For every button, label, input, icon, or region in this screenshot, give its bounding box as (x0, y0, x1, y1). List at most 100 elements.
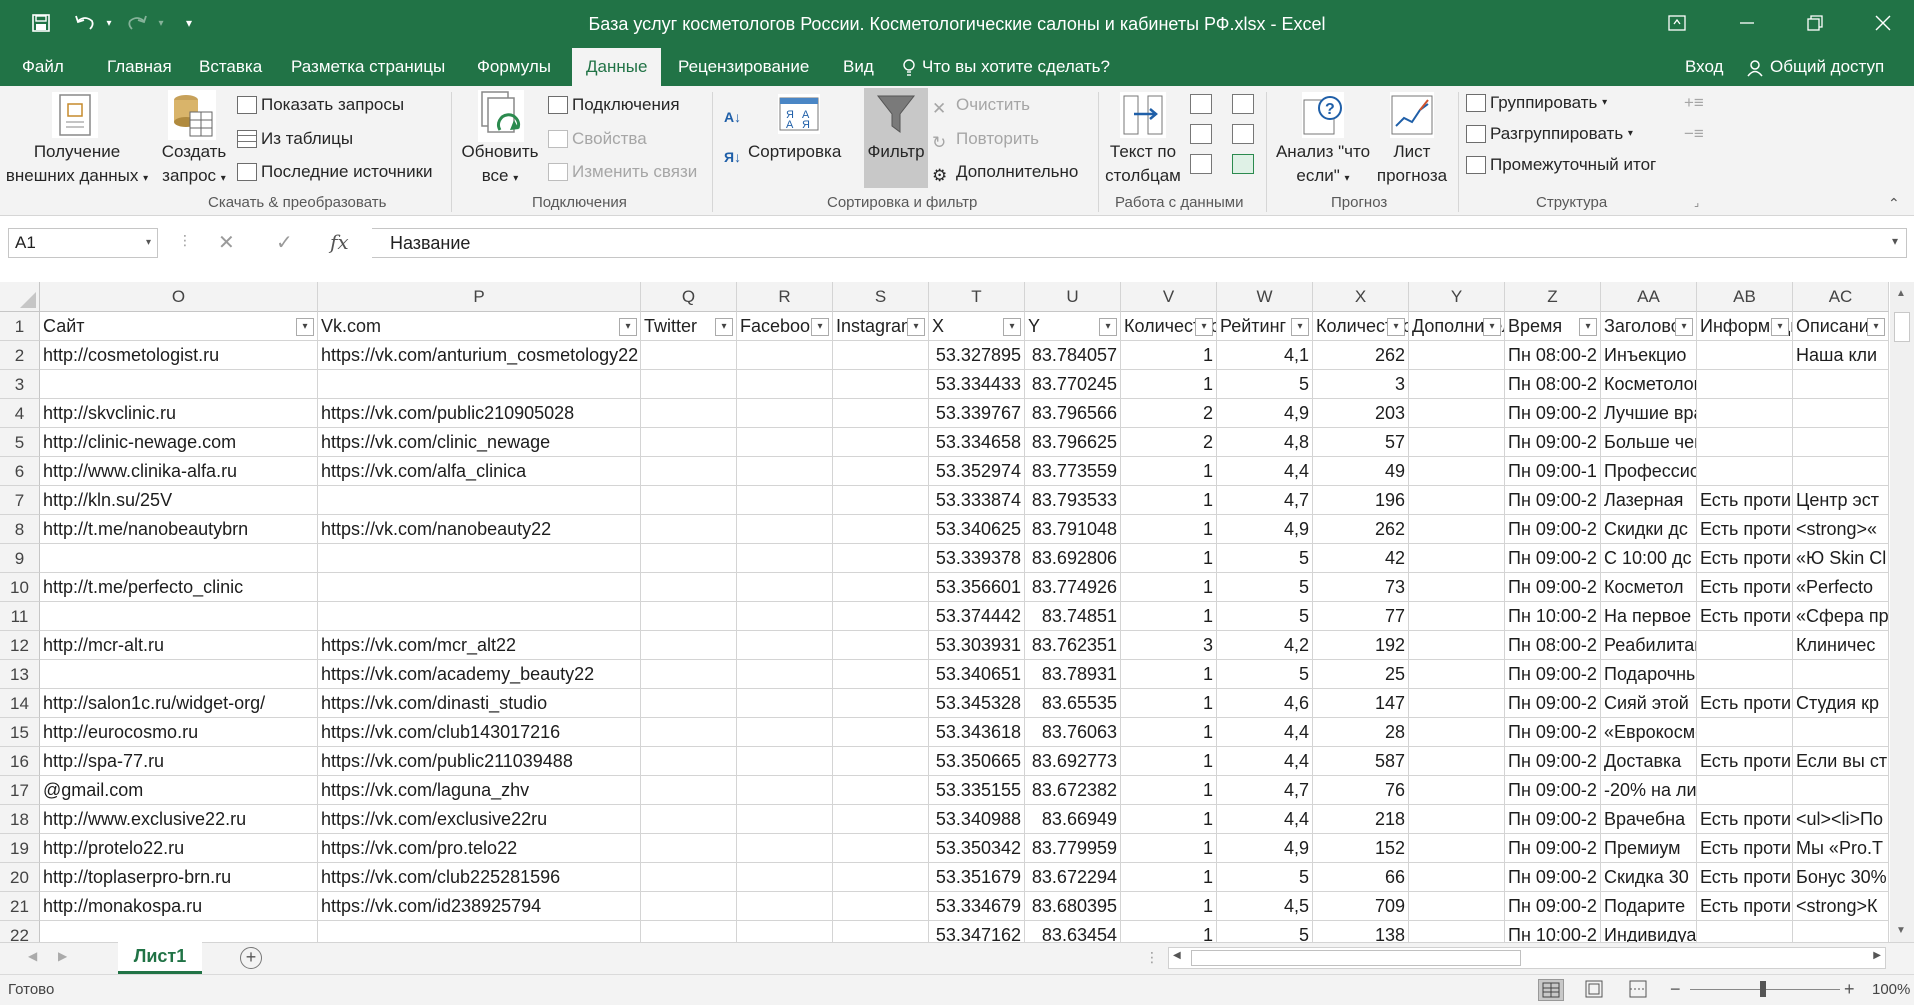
filter-dropdown-icon[interactable]: ▾ (1867, 318, 1885, 336)
table-cell[interactable]: «Еврокосмо» — всё качествен (1601, 718, 1697, 747)
table-cell[interactable] (737, 921, 833, 942)
table-cell[interactable]: 2 (1121, 399, 1217, 428)
spreadsheet-grid[interactable]: O P Q R S T U V W X Y Z AA AB AC 1 Сайт ▾ Vk.com ▾ Twitter ▾ F… (0, 282, 1914, 942)
table-cell[interactable] (318, 370, 641, 399)
table-cell[interactable]: 1 (1121, 863, 1217, 892)
table-cell[interactable]: Пн 09:00-2 (1505, 805, 1601, 834)
table-cell[interactable]: Студия кр (1793, 689, 1889, 718)
table-cell[interactable] (1409, 341, 1505, 370)
table-cell[interactable]: Есть проти (1697, 834, 1793, 863)
table-cell[interactable]: Клиничес (1793, 631, 1889, 660)
table-cell[interactable] (737, 747, 833, 776)
table-cell[interactable]: «Perfecto (1793, 573, 1889, 602)
row-header[interactable]: 17 (0, 776, 40, 805)
filter-dropdown-icon[interactable]: ▾ (1579, 318, 1597, 336)
close-icon[interactable] (1860, 8, 1906, 38)
table-cell[interactable] (833, 602, 929, 631)
from-table-button[interactable]: Из таблицы (237, 126, 353, 152)
row-header[interactable]: 5 (0, 428, 40, 457)
table-cell[interactable]: Косметология инъекционная, (1601, 370, 1697, 399)
table-cell[interactable]: 4,9 (1217, 399, 1313, 428)
table-cell[interactable]: 83.779959 (1025, 834, 1121, 863)
row-header[interactable]: 1 (0, 312, 40, 341)
row-header[interactable]: 10 (0, 573, 40, 602)
table-cell[interactable]: 53.339767 (929, 399, 1025, 428)
table-cell[interactable]: Индивидуальный пеньюр и фу (1601, 921, 1697, 942)
table-cell[interactable]: https://vk.com/academy_beauty22 (318, 660, 641, 689)
sort-az-icon[interactable]: A↓ (724, 104, 741, 130)
row-header[interactable]: 21 (0, 892, 40, 921)
table-cell[interactable]: Пн 09:00-2 (1505, 689, 1601, 718)
table-cell[interactable]: 25 (1313, 660, 1409, 689)
table-cell[interactable]: Если вы ст (1793, 747, 1889, 776)
table-cell[interactable]: Пн 08:00-2 (1505, 341, 1601, 370)
table-cell[interactable]: 83.672382 (1025, 776, 1121, 805)
table-cell[interactable] (1409, 921, 1505, 942)
table-cell[interactable]: Есть проти (1697, 892, 1793, 921)
table-cell[interactable]: 1 (1121, 486, 1217, 515)
table-cell[interactable] (1409, 573, 1505, 602)
column-header-ac[interactable]: AC (1793, 282, 1889, 312)
get-external-data-button[interactable]: Получение внешних данных ▾ (2, 140, 152, 191)
share-button[interactable]: Общий доступ (1746, 48, 1884, 86)
table-cell[interactable] (40, 370, 318, 399)
table-cell[interactable] (833, 660, 929, 689)
normal-view-icon[interactable] (1538, 979, 1564, 1001)
table-cell[interactable]: 5 (1217, 921, 1313, 942)
table-cell[interactable]: На первое (1601, 602, 1697, 631)
table-cell[interactable]: 83.65535 (1025, 689, 1121, 718)
table-cell[interactable]: 5 (1217, 573, 1313, 602)
table-cell[interactable]: https://vk.com/club225281596 (318, 863, 641, 892)
table-cell[interactable]: http://eurocosmo.ru (40, 718, 318, 747)
table-cell[interactable]: http://skvclinic.ru (40, 399, 318, 428)
table-cell[interactable]: Пн 09:00-2 (1505, 892, 1601, 921)
table-cell[interactable] (641, 834, 737, 863)
insert-function-icon[interactable]: fx (330, 230, 349, 254)
table-cell[interactable] (641, 428, 737, 457)
table-cell[interactable] (833, 892, 929, 921)
table-cell[interactable]: @gmail.com (40, 776, 318, 805)
table-cell[interactable]: 4,9 (1217, 834, 1313, 863)
table-cell[interactable] (737, 602, 833, 631)
table-header-cell[interactable]: Сайт (40, 312, 318, 341)
table-cell[interactable]: https://vk.com/laguna_zhv (318, 776, 641, 805)
table-cell[interactable]: 4,4 (1217, 718, 1313, 747)
table-cell[interactable]: http://toplaserpro-brn.ru (40, 863, 318, 892)
table-cell[interactable] (833, 573, 929, 602)
column-header-r[interactable]: R (737, 282, 833, 312)
table-cell[interactable]: 83.78931 (1025, 660, 1121, 689)
row-header[interactable]: 11 (0, 602, 40, 631)
table-cell[interactable]: 83.692806 (1025, 544, 1121, 573)
table-cell[interactable] (833, 428, 929, 457)
zoom-out-icon[interactable]: − (1670, 979, 1681, 1000)
table-cell[interactable]: 83.773559 (1025, 457, 1121, 486)
table-cell[interactable]: https://vk.com/nanobeauty22 (318, 515, 641, 544)
table-cell[interactable]: http://clinic-newage.com (40, 428, 318, 457)
tab-file[interactable]: Файл (22, 48, 64, 86)
table-cell[interactable]: Пн 09:00-2 (1505, 747, 1601, 776)
table-cell[interactable]: Пн 08:00-2 (1505, 370, 1601, 399)
table-cell[interactable]: Доставка (1601, 747, 1697, 776)
table-cell[interactable] (1697, 776, 1793, 805)
name-box-dropdown-icon[interactable]: ▾ (146, 229, 151, 257)
table-cell[interactable]: 5 (1217, 544, 1313, 573)
minimize-icon[interactable] (1724, 8, 1770, 38)
table-cell[interactable] (318, 544, 641, 573)
table-cell[interactable]: Скидка 30 (1601, 863, 1697, 892)
show-queries-button[interactable]: Показать запросы (237, 92, 404, 118)
table-cell[interactable]: «Сфера пр (1793, 602, 1889, 631)
table-cell[interactable]: http://cosmetologist.ru (40, 341, 318, 370)
table-cell[interactable] (641, 747, 737, 776)
column-header-x[interactable]: X (1313, 282, 1409, 312)
column-header-p[interactable]: P (318, 282, 641, 312)
sheet-split-grip-icon[interactable]: ⋮ (1145, 949, 1159, 966)
vertical-scroll-thumb[interactable] (1894, 312, 1910, 342)
table-cell[interactable]: Премиум (1601, 834, 1697, 863)
table-cell[interactable] (737, 834, 833, 863)
expand-formula-bar-icon[interactable]: ▾ (1892, 234, 1898, 248)
table-cell[interactable]: 53.334658 (929, 428, 1025, 457)
table-cell[interactable]: 53.303931 (929, 631, 1025, 660)
table-cell[interactable]: 53.339378 (929, 544, 1025, 573)
table-cell[interactable]: 53.343618 (929, 718, 1025, 747)
table-cell[interactable]: Подарочные сертификаты, эл (1601, 660, 1697, 689)
